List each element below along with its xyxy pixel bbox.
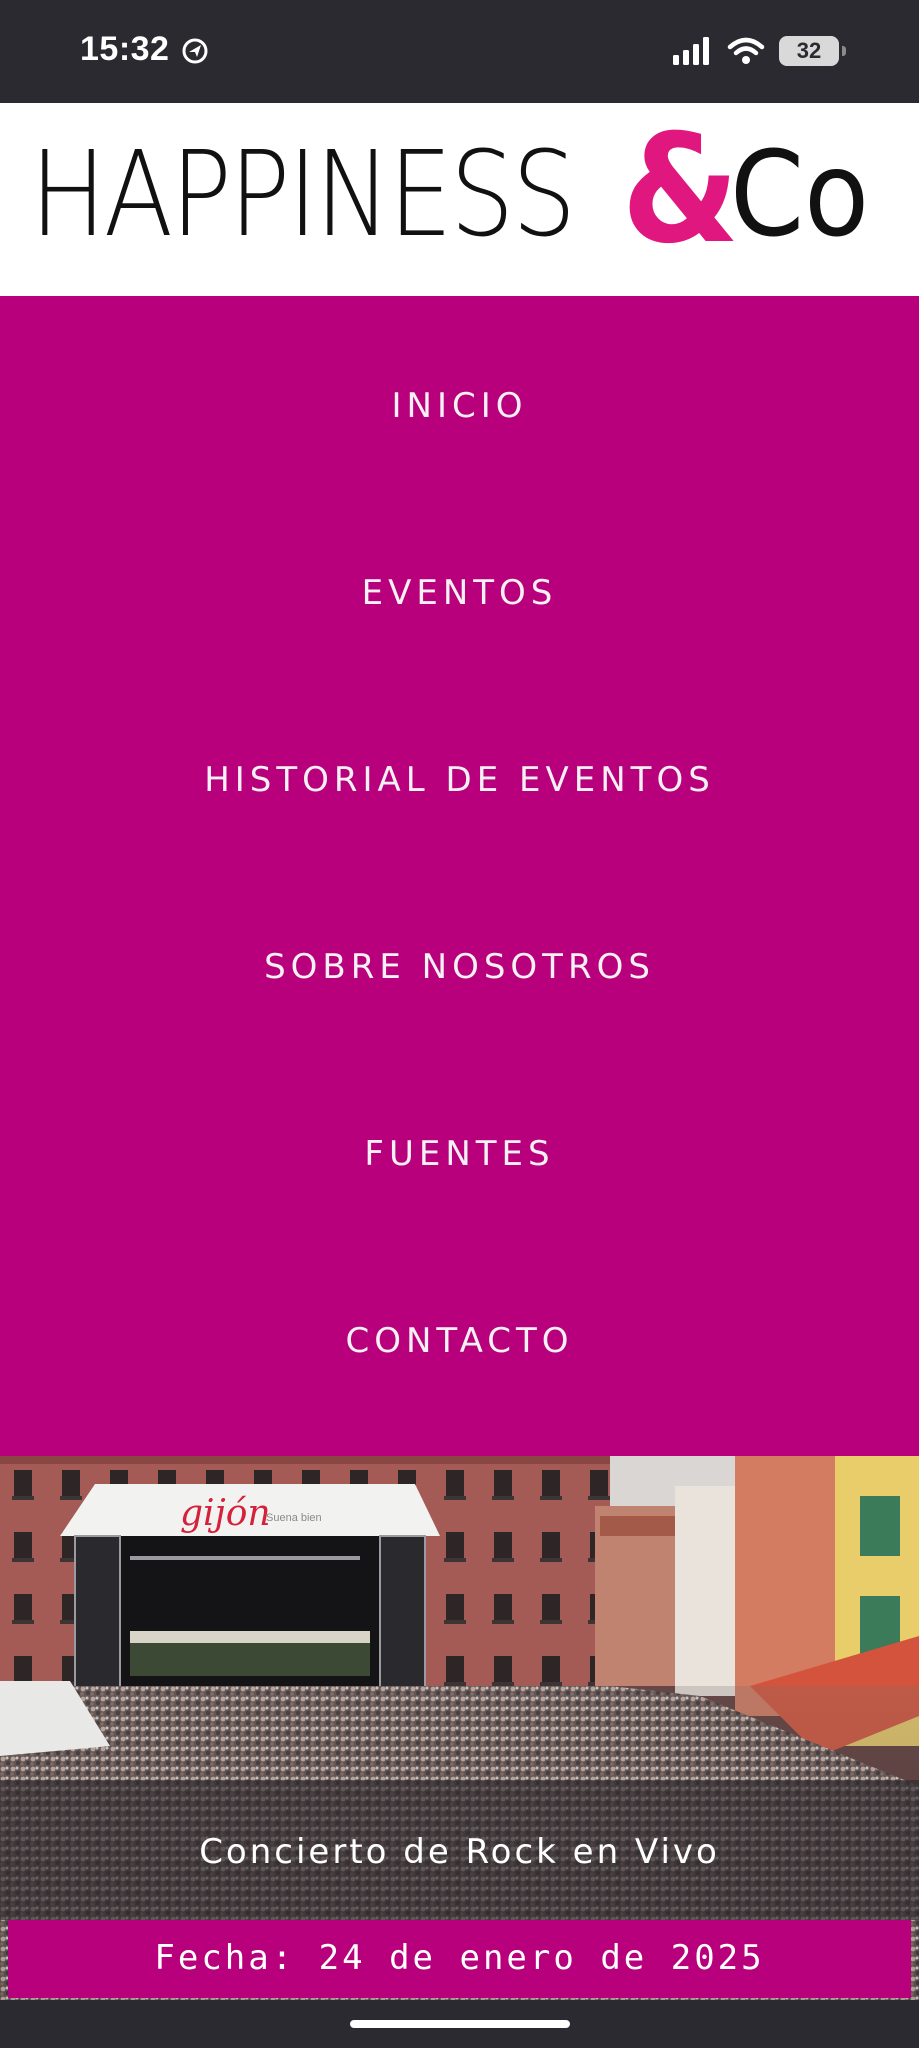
location-icon	[182, 38, 208, 64]
stage-banner-subtext: Suena bien	[266, 1512, 322, 1524]
wifi-icon	[727, 37, 765, 64]
event-date: Fecha: 24 de enero de 2025	[154, 1938, 765, 1978]
stage-banner-text: gijón	[180, 1493, 271, 1534]
event-title: Concierto de Rock en Vivo	[199, 1832, 720, 1872]
signal-icon	[673, 37, 709, 65]
home-indicator[interactable]	[350, 2020, 570, 2028]
logo-main-text: HAPPINESS	[30, 125, 576, 263]
nav-item-sobre-nosotros[interactable]: SOBRE NOSOTROS	[0, 947, 919, 987]
nav-item-contacto[interactable]: CONTACTO	[0, 1321, 919, 1361]
nav-item-historial[interactable]: HISTORIAL DE EVENTOS	[0, 760, 919, 800]
battery-icon: 32	[779, 36, 846, 66]
brand-logo[interactable]: HAPPINESS & Co	[30, 115, 890, 281]
logo-suffix: Co	[730, 125, 870, 263]
main-nav: INICIO EVENTOS HISTORIAL DE EVENTOS SOBR…	[0, 296, 919, 1456]
status-icons: 32	[673, 36, 846, 66]
logo-ampersand: &	[621, 103, 740, 277]
site-header: HAPPINESS & Co	[0, 103, 919, 296]
status-bar: 15:32 32	[0, 0, 919, 103]
nav-item-fuentes[interactable]: FUENTES	[0, 1134, 919, 1174]
nav-item-eventos[interactable]: EVENTOS	[0, 573, 919, 613]
nav-item-inicio[interactable]: INICIO	[0, 386, 919, 426]
status-time: 15:32	[80, 30, 170, 68]
